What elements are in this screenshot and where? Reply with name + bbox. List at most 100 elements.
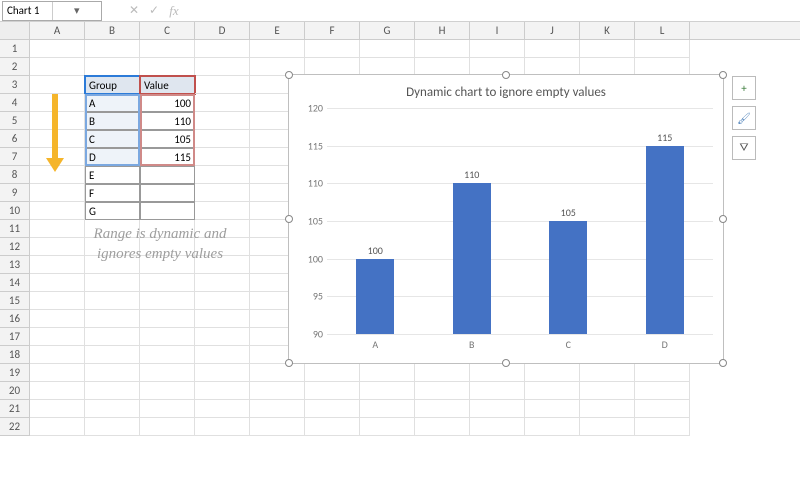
row-header[interactable]: 8 bbox=[0, 166, 30, 184]
cell[interactable] bbox=[30, 310, 85, 328]
row-header[interactable]: 3 bbox=[0, 76, 30, 94]
cell[interactable] bbox=[415, 418, 470, 436]
cell[interactable] bbox=[30, 256, 85, 274]
cell[interactable] bbox=[195, 166, 250, 184]
cell[interactable] bbox=[250, 382, 305, 400]
row-header[interactable]: 2 bbox=[0, 58, 30, 76]
row-header[interactable]: 11 bbox=[0, 220, 30, 238]
cell[interactable] bbox=[635, 382, 690, 400]
cell[interactable] bbox=[525, 400, 580, 418]
select-all-corner[interactable] bbox=[0, 22, 30, 39]
cell[interactable] bbox=[195, 202, 250, 220]
cell[interactable] bbox=[580, 364, 635, 382]
cell[interactable] bbox=[250, 418, 305, 436]
cell[interactable] bbox=[195, 76, 250, 94]
cell[interactable] bbox=[140, 40, 195, 58]
bar[interactable] bbox=[549, 221, 587, 334]
column-header[interactable]: F bbox=[305, 22, 360, 39]
row-header[interactable]: 18 bbox=[0, 346, 30, 364]
column-header[interactable]: D bbox=[195, 22, 250, 39]
cell[interactable] bbox=[195, 292, 250, 310]
cell[interactable] bbox=[415, 400, 470, 418]
cell[interactable] bbox=[635, 40, 690, 58]
chart-title[interactable]: Dynamic chart to ignore empty values bbox=[289, 75, 723, 104]
cell[interactable]: Value bbox=[140, 76, 195, 94]
cell[interactable]: C bbox=[85, 130, 140, 148]
cell[interactable] bbox=[470, 418, 525, 436]
column-header[interactable]: C bbox=[140, 22, 195, 39]
row-header[interactable]: 5 bbox=[0, 112, 30, 130]
cell[interactable] bbox=[140, 166, 195, 184]
cell[interactable] bbox=[195, 382, 250, 400]
cell[interactable] bbox=[30, 346, 85, 364]
cell[interactable] bbox=[30, 400, 85, 418]
bar[interactable] bbox=[453, 183, 491, 334]
cell[interactable]: A bbox=[85, 94, 140, 112]
chart-resize-handle[interactable] bbox=[285, 215, 293, 223]
row-header[interactable]: 21 bbox=[0, 400, 30, 418]
cell[interactable] bbox=[30, 220, 85, 238]
cell[interactable] bbox=[85, 364, 140, 382]
cell[interactable] bbox=[85, 400, 140, 418]
cell[interactable]: G bbox=[85, 202, 140, 220]
row-header[interactable]: 6 bbox=[0, 130, 30, 148]
cell[interactable] bbox=[305, 40, 360, 58]
bar[interactable] bbox=[356, 259, 394, 334]
cell[interactable] bbox=[635, 400, 690, 418]
cell[interactable] bbox=[30, 238, 85, 256]
row-header[interactable]: 15 bbox=[0, 292, 30, 310]
cell[interactable] bbox=[30, 58, 85, 76]
cell[interactable] bbox=[305, 400, 360, 418]
cell[interactable] bbox=[580, 400, 635, 418]
cell[interactable] bbox=[195, 364, 250, 382]
cell[interactable] bbox=[30, 292, 85, 310]
cell[interactable] bbox=[85, 328, 140, 346]
cell[interactable] bbox=[30, 202, 85, 220]
cell[interactable] bbox=[250, 364, 305, 382]
cell[interactable] bbox=[195, 40, 250, 58]
cell[interactable] bbox=[140, 184, 195, 202]
cell[interactable] bbox=[85, 58, 140, 76]
cell[interactable] bbox=[30, 364, 85, 382]
chart-object[interactable]: Dynamic chart to ignore empty values 909… bbox=[288, 74, 724, 364]
cell[interactable] bbox=[360, 382, 415, 400]
cell[interactable]: 100 bbox=[140, 94, 195, 112]
cell[interactable] bbox=[470, 382, 525, 400]
cell[interactable] bbox=[360, 418, 415, 436]
cell[interactable] bbox=[30, 382, 85, 400]
chart-filters-button[interactable]: ⛛ bbox=[732, 136, 756, 160]
cell[interactable] bbox=[360, 400, 415, 418]
cell[interactable] bbox=[250, 40, 305, 58]
cell[interactable]: D bbox=[85, 148, 140, 166]
cell[interactable] bbox=[415, 40, 470, 58]
cell[interactable] bbox=[140, 418, 195, 436]
cell[interactable] bbox=[580, 418, 635, 436]
column-header[interactable]: H bbox=[415, 22, 470, 39]
cell[interactable]: 115 bbox=[140, 148, 195, 166]
cell[interactable] bbox=[195, 130, 250, 148]
chart-styles-button[interactable]: 🖌 bbox=[732, 106, 756, 130]
chart-resize-handle[interactable] bbox=[502, 71, 510, 79]
chart-plot-area[interactable]: 9095100105110115120100110105115 bbox=[327, 108, 713, 334]
cell[interactable] bbox=[30, 40, 85, 58]
row-header[interactable]: 20 bbox=[0, 382, 30, 400]
cell[interactable] bbox=[470, 40, 525, 58]
column-header[interactable]: E bbox=[250, 22, 305, 39]
cell[interactable] bbox=[415, 382, 470, 400]
cell[interactable] bbox=[250, 400, 305, 418]
cell[interactable] bbox=[360, 364, 415, 382]
cell[interactable]: B bbox=[85, 112, 140, 130]
column-header[interactable]: B bbox=[85, 22, 140, 39]
column-header[interactable]: I bbox=[470, 22, 525, 39]
row-header[interactable]: 19 bbox=[0, 364, 30, 382]
cell[interactable] bbox=[195, 418, 250, 436]
cell[interactable] bbox=[525, 40, 580, 58]
chart-resize-handle[interactable] bbox=[719, 359, 727, 367]
cell[interactable] bbox=[195, 184, 250, 202]
cell[interactable] bbox=[140, 328, 195, 346]
name-box[interactable]: Chart 1 ▾ bbox=[2, 1, 102, 21]
row-header[interactable]: 13 bbox=[0, 256, 30, 274]
cell[interactable] bbox=[580, 382, 635, 400]
cell[interactable]: E bbox=[85, 166, 140, 184]
cell[interactable] bbox=[195, 148, 250, 166]
